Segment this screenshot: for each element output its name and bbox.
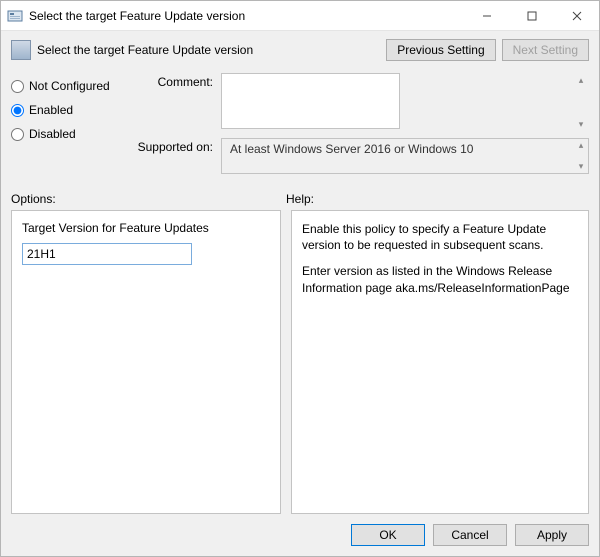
- section-labels: Options: Help:: [1, 186, 599, 210]
- ok-button[interactable]: OK: [351, 524, 425, 546]
- radio-enabled[interactable]: Enabled: [11, 103, 131, 117]
- close-icon: [572, 11, 582, 21]
- radio-not-configured-label: Not Configured: [29, 79, 110, 93]
- policy-icon: [11, 40, 31, 60]
- maximize-icon: [527, 11, 537, 21]
- group-policy-icon: [7, 8, 23, 24]
- config-fields: Comment: ▴ ▾ Supported on: At least Wind…: [131, 73, 589, 180]
- cancel-button[interactable]: Cancel: [433, 524, 507, 546]
- supported-on-value: At least Windows Server 2016 or Windows …: [221, 138, 589, 174]
- previous-setting-button[interactable]: Previous Setting: [386, 39, 495, 61]
- config-row: Not Configured Enabled Disabled Comment:…: [1, 73, 599, 186]
- radio-not-configured-input[interactable]: [11, 80, 24, 93]
- scroll-down-icon[interactable]: ▾: [576, 120, 586, 129]
- maximize-button[interactable]: [509, 1, 554, 30]
- window-control-buttons: [464, 1, 599, 30]
- apply-button[interactable]: Apply: [515, 524, 589, 546]
- comment-label: Comment:: [131, 73, 221, 132]
- scroll-up-icon[interactable]: ▴: [576, 76, 586, 85]
- help-panel: Enable this policy to specify a Feature …: [291, 210, 589, 514]
- header-row: Select the target Feature Update version…: [1, 31, 599, 73]
- titlebar[interactable]: Select the target Feature Update version: [1, 1, 599, 31]
- target-version-input[interactable]: [22, 243, 192, 265]
- close-button[interactable]: [554, 1, 599, 30]
- help-paragraph-2: Enter version as listed in the Windows R…: [302, 263, 578, 295]
- next-setting-button[interactable]: Next Setting: [502, 39, 589, 61]
- target-version-label: Target Version for Feature Updates: [22, 221, 270, 235]
- dialog-window: Select the target Feature Update version…: [0, 0, 600, 557]
- minimize-icon: [482, 11, 492, 21]
- help-paragraph-1: Enable this policy to specify a Feature …: [302, 221, 578, 253]
- radio-enabled-label: Enabled: [29, 103, 73, 117]
- radio-disabled-input[interactable]: [11, 128, 24, 141]
- options-panel: Target Version for Feature Updates: [11, 210, 281, 514]
- panels-row: Target Version for Feature Updates Enabl…: [1, 210, 599, 514]
- window-title: Select the target Feature Update version: [29, 9, 464, 23]
- radio-disabled[interactable]: Disabled: [11, 127, 131, 141]
- help-section-label: Help:: [286, 192, 589, 206]
- scroll-down-icon[interactable]: ▾: [576, 162, 586, 171]
- supported-on-label: Supported on:: [131, 138, 221, 174]
- minimize-button[interactable]: [464, 1, 509, 30]
- state-radio-group: Not Configured Enabled Disabled: [11, 73, 131, 180]
- policy-title: Select the target Feature Update version: [37, 43, 380, 57]
- radio-not-configured[interactable]: Not Configured: [11, 79, 131, 93]
- dialog-footer: OK Cancel Apply: [1, 514, 599, 556]
- radio-enabled-input[interactable]: [11, 104, 24, 117]
- comment-textarea[interactable]: [221, 73, 400, 129]
- options-section-label: Options:: [11, 192, 286, 206]
- radio-disabled-label: Disabled: [29, 127, 76, 141]
- scroll-up-icon[interactable]: ▴: [576, 141, 586, 150]
